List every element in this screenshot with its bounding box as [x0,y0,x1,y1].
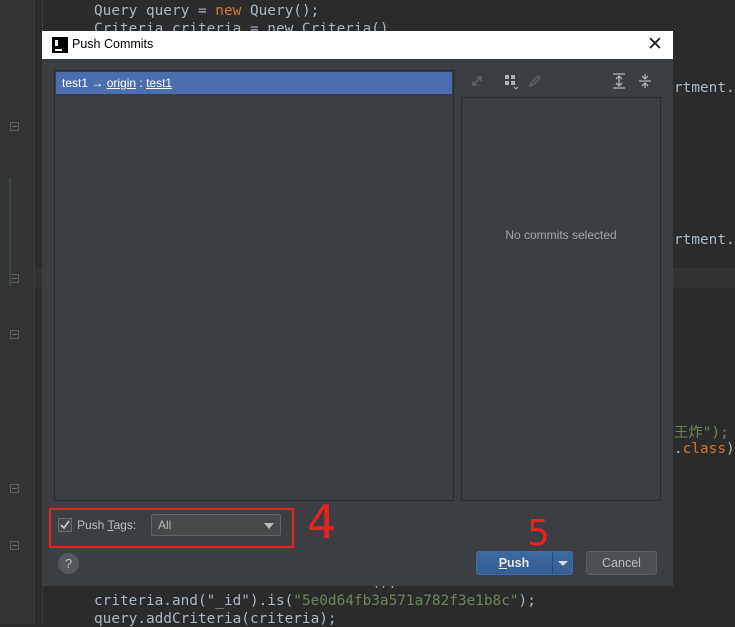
collapse-all-icon[interactable] [636,72,654,90]
edit-icon[interactable] [526,72,544,90]
code-line[interactable]: 王炸"); [674,421,729,442]
arrow-icon: → [91,76,104,90]
annotation-highlight-box [49,508,294,548]
fold-icon[interactable] [10,484,19,493]
code-line[interactable]: query.addCriteria(criteria); [94,611,337,627]
dialog-titlebar[interactable]: Push Commits ✕ [42,31,673,59]
commit-details-panel: No commits selected [461,97,661,501]
fold-icon[interactable] [10,274,19,283]
expand-all-icon[interactable] [610,72,628,90]
separator-label: : [139,76,143,90]
push-button-group: Push [476,551,573,575]
help-button[interactable]: ? [58,553,79,574]
cherry-pick-icon[interactable] [468,72,486,90]
remote-branch-link[interactable]: test1 [146,76,172,90]
code-line[interactable]: rtment. [674,80,735,96]
no-commits-label: No commits selected [505,228,617,242]
annotation-step-4: 4 [307,495,337,549]
branch-row[interactable]: test1 → origin : test1 [56,72,452,94]
code-line[interactable]: rtment. [674,232,735,248]
code-line[interactable]: .class) [674,441,735,457]
push-button[interactable]: Push [477,552,551,574]
local-branch-label: test1 [62,76,89,90]
details-toolbar [462,70,661,96]
cancel-button[interactable]: Cancel [586,551,657,575]
fold-icon[interactable] [10,330,19,339]
code-line[interactable]: Query query = new Query(); [94,3,319,19]
dialog-title: Push Commits [72,37,154,51]
change-marker [9,178,11,286]
annotation-step-5: 5 [527,513,550,554]
code-line[interactable]: criteria.and("_id").is("5e0d64fb3a571a78… [94,593,536,609]
push-commits-dialog: Push Commits ✕ test1 → origin : test1 No… [42,31,673,586]
fold-icon[interactable] [10,541,19,550]
fold-icon[interactable] [10,122,19,131]
editor-gutter [0,0,35,624]
branch-tree: test1 → origin : test1 [54,70,454,501]
push-options-chevron-down-icon[interactable] [553,552,572,574]
group-by-icon[interactable] [502,72,520,90]
intellij-app-icon [52,37,68,53]
remote-link[interactable]: origin [107,76,136,90]
close-icon[interactable]: ✕ [645,34,665,54]
